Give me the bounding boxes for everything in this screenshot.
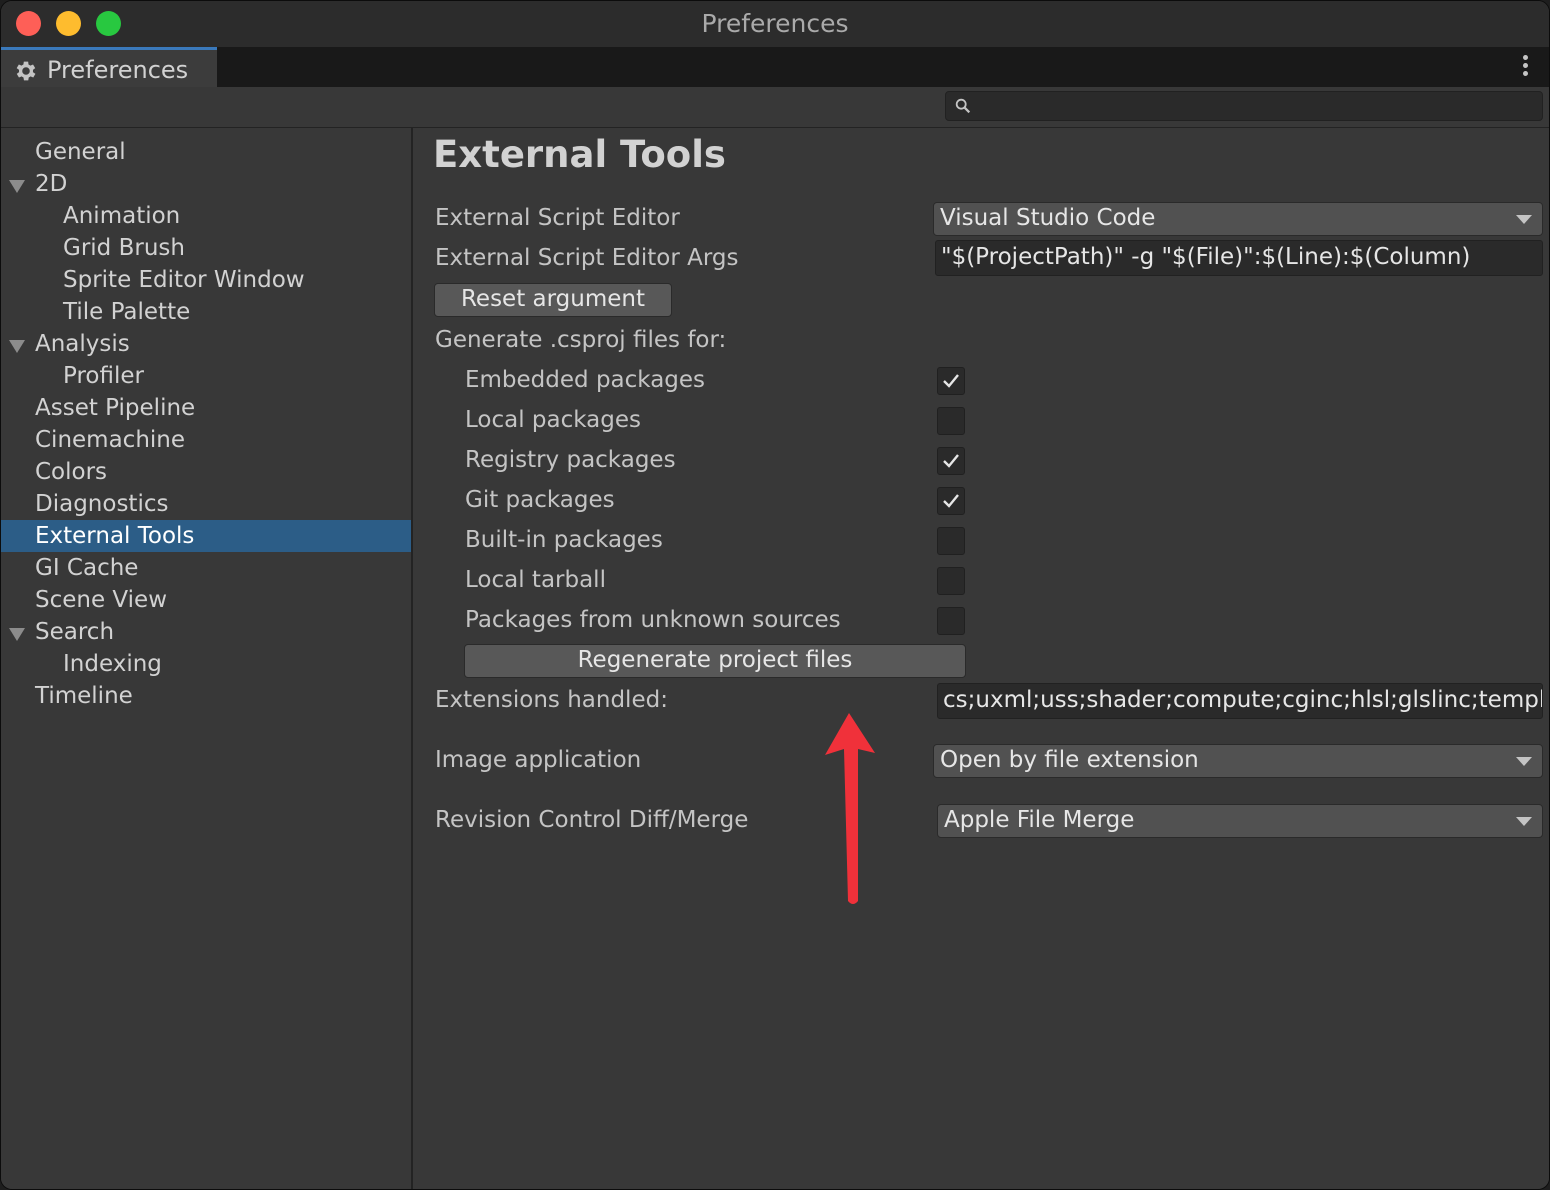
script-editor-args-label: External Script Editor Args xyxy=(435,245,739,271)
local-tarball-checkbox[interactable] xyxy=(937,567,965,595)
sidebar-item-analysis[interactable]: Analysis xyxy=(1,328,411,360)
annotation-arrow-icon xyxy=(825,713,875,904)
sidebar-item-animation[interactable]: Animation xyxy=(1,200,411,232)
sidebar-item-label: Grid Brush xyxy=(63,235,185,261)
image-application-value: Open by file extension xyxy=(940,747,1199,773)
tab-label: Preferences xyxy=(47,56,189,84)
sidebar-item-asset-pipeline[interactable]: Asset Pipeline xyxy=(1,392,411,424)
sidebar-item-profiler[interactable]: Profiler xyxy=(1,360,411,392)
chevron-down-icon xyxy=(1516,215,1532,224)
chevron-down-icon xyxy=(1516,817,1532,826)
sidebar-item-scene-view[interactable]: Scene View xyxy=(1,584,411,616)
builtin-packages-label: Built-in packages xyxy=(465,527,663,553)
checkmark-icon xyxy=(943,494,959,508)
embedded-packages-checkbox[interactable] xyxy=(937,367,965,395)
sidebar-item-label: Sprite Editor Window xyxy=(63,267,305,293)
sidebar-item-label: Colors xyxy=(35,459,108,485)
sidebar-item-label: External Tools xyxy=(35,523,195,549)
gear-icon xyxy=(16,61,36,81)
image-application-dropdown[interactable]: Open by file extension xyxy=(933,744,1543,778)
builtin-packages-checkbox[interactable] xyxy=(937,527,965,555)
csproj-heading: Generate .csproj files for: xyxy=(435,327,727,353)
expand-arrow-icon[interactable] xyxy=(9,180,25,193)
tab-preferences[interactable]: Preferences xyxy=(1,47,217,87)
sidebar-item-grid-brush[interactable]: Grid Brush xyxy=(1,232,411,264)
sidebar-item-label: GI Cache xyxy=(35,555,139,581)
sidebar-item-gi-cache[interactable]: GI Cache xyxy=(1,552,411,584)
extensions-field[interactable]: cs;uxml;uss;shader;compute;cginc;hlsl;gl… xyxy=(937,683,1543,719)
extensions-value: cs;uxml;uss;shader;compute;cginc;hlsl;gl… xyxy=(943,687,1543,713)
expand-arrow-icon[interactable] xyxy=(9,628,25,641)
diff-merge-dropdown[interactable]: Apple File Merge xyxy=(937,804,1543,838)
reset-argument-button[interactable]: Reset argument xyxy=(434,283,672,317)
script-editor-args-value: "$(ProjectPath)" -g "$(File)":$(Line):$(… xyxy=(941,244,1471,270)
script-editor-value: Visual Studio Code xyxy=(940,205,1156,231)
sidebar-item-colors[interactable]: Colors xyxy=(1,456,411,488)
sidebar-item-label: Asset Pipeline xyxy=(35,395,196,421)
checkmark-icon xyxy=(943,374,959,388)
sidebar-item-label: Animation xyxy=(63,203,181,229)
external-tools-panel: External Tools External Script Editor Vi… xyxy=(413,128,1549,1189)
sidebar-item-label: Scene View xyxy=(35,587,168,613)
sidebar-item-general[interactable]: General xyxy=(1,136,411,168)
script-editor-label: External Script Editor xyxy=(435,205,680,231)
sidebar-item-indexing[interactable]: Indexing xyxy=(1,648,411,680)
regenerate-project-files-button[interactable]: Regenerate project files xyxy=(464,644,966,678)
tab-strip: Preferences xyxy=(1,47,1549,87)
more-options-icon[interactable] xyxy=(1521,55,1529,79)
preferences-sidebar: General 2D Animation Grid Brush Sprite E… xyxy=(1,128,413,1189)
search-icon xyxy=(955,98,971,114)
sidebar-item-label: Timeline xyxy=(35,683,133,709)
chevron-down-icon xyxy=(1516,757,1532,766)
image-application-label: Image application xyxy=(435,747,642,773)
sidebar-item-cinemachine[interactable]: Cinemachine xyxy=(1,424,411,456)
window-title: Preferences xyxy=(701,9,849,38)
page-title: External Tools xyxy=(433,133,726,176)
registry-packages-label: Registry packages xyxy=(465,447,676,473)
sidebar-item-label: Analysis xyxy=(35,331,130,357)
sidebar-item-label: Profiler xyxy=(63,363,144,389)
sidebar-item-label: 2D xyxy=(35,171,68,197)
title-bar: Preferences xyxy=(1,1,1549,47)
extensions-label: Extensions handled: xyxy=(435,687,668,713)
sidebar-item-label: Tile Palette xyxy=(63,299,191,325)
script-editor-args-field[interactable]: "$(ProjectPath)" -g "$(File)":$(Line):$(… xyxy=(935,240,1543,276)
expand-arrow-icon[interactable] xyxy=(9,340,25,353)
sidebar-item-timeline[interactable]: Timeline xyxy=(1,680,411,712)
registry-packages-checkbox[interactable] xyxy=(937,447,965,475)
sidebar-item-tile-palette[interactable]: Tile Palette xyxy=(1,296,411,328)
sidebar-item-label: General xyxy=(35,139,126,165)
sidebar-item-label: Cinemachine xyxy=(35,427,186,453)
script-editor-dropdown[interactable]: Visual Studio Code xyxy=(933,202,1543,236)
local-tarball-label: Local tarball xyxy=(465,567,606,593)
git-packages-label: Git packages xyxy=(465,487,615,513)
diff-merge-value: Apple File Merge xyxy=(944,807,1135,833)
unknown-sources-checkbox[interactable] xyxy=(937,607,965,635)
search-toolbar xyxy=(1,87,1549,128)
sidebar-item-external-tools[interactable]: External Tools xyxy=(1,520,411,552)
sidebar-item-search[interactable]: Search xyxy=(1,616,411,648)
git-packages-checkbox[interactable] xyxy=(937,487,965,515)
sidebar-item-diagnostics[interactable]: Diagnostics xyxy=(1,488,411,520)
sidebar-item-label: Diagnostics xyxy=(35,491,169,517)
unknown-sources-label: Packages from unknown sources xyxy=(465,607,841,633)
local-packages-checkbox[interactable] xyxy=(937,407,965,435)
embedded-packages-label: Embedded packages xyxy=(465,367,706,393)
sidebar-item-label: Indexing xyxy=(63,651,162,677)
sidebar-item-2d[interactable]: 2D xyxy=(1,168,411,200)
sidebar-item-sprite-editor-window[interactable]: Sprite Editor Window xyxy=(1,264,411,296)
local-packages-label: Local packages xyxy=(465,407,642,433)
diff-merge-label: Revision Control Diff/Merge xyxy=(435,807,749,833)
search-input[interactable] xyxy=(945,91,1543,121)
sidebar-item-label: Search xyxy=(35,619,115,645)
preferences-window: Preferences Preferences General 2D Anima… xyxy=(0,0,1550,1190)
checkmark-icon xyxy=(943,454,959,468)
